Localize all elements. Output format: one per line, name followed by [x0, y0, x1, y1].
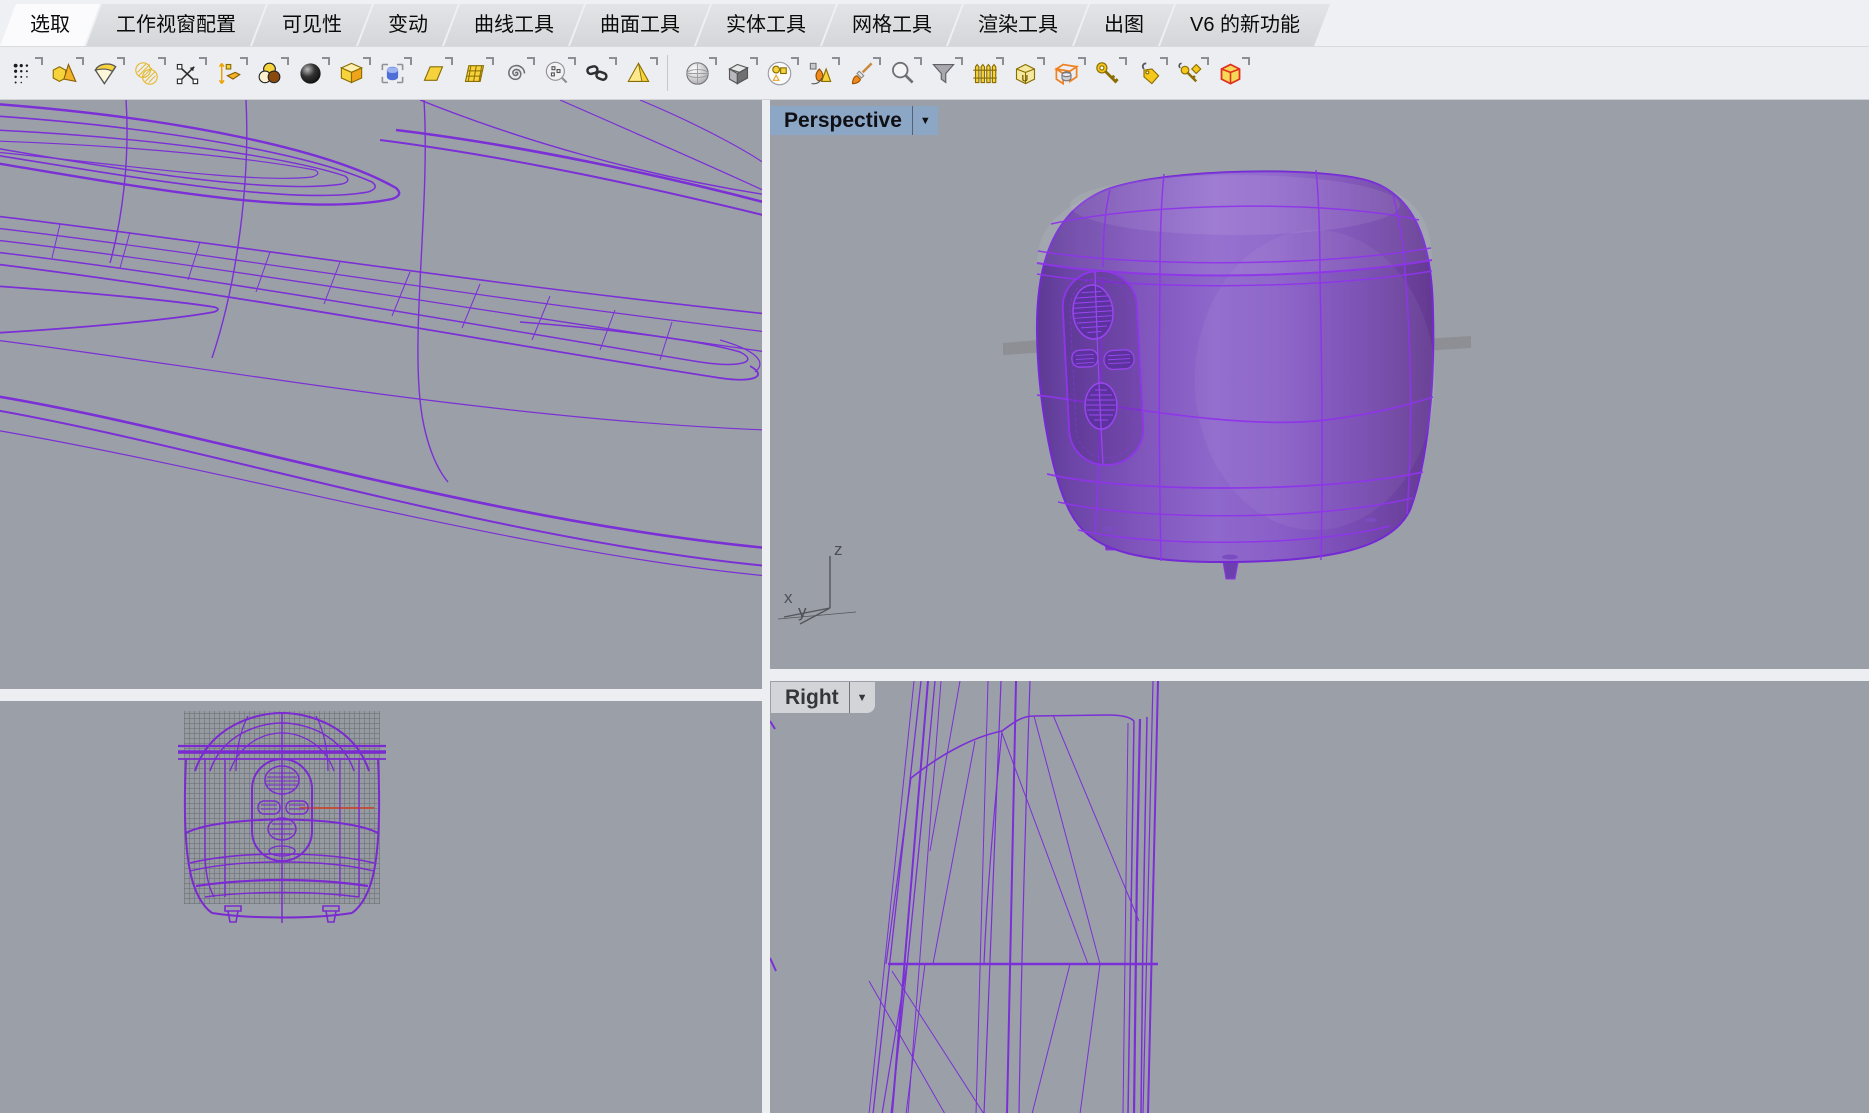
- wireframe-canvas-right: [770, 681, 1869, 1113]
- viewport-title[interactable]: Perspective: [770, 109, 912, 133]
- main-toolbar: U: [0, 47, 1869, 100]
- axis-label-x: x: [784, 588, 793, 607]
- fence-icon[interactable]: [969, 56, 999, 90]
- tab-渲染工具[interactable]: 渲染工具: [948, 4, 1088, 46]
- key-icon[interactable]: [1092, 56, 1122, 90]
- viewport-title[interactable]: Right: [771, 686, 849, 710]
- bounding-box-icon[interactable]: [1051, 56, 1081, 90]
- tab-V6 的新功能[interactable]: V6 的新功能: [1160, 4, 1330, 46]
- tab-bar: 选取工作视窗配置可见性变动曲线工具曲面工具实体工具网格工具渲染工具出图V6 的新…: [0, 0, 1869, 47]
- wireframe-canvas-top-left: [0, 100, 762, 689]
- tab-出图[interactable]: 出图: [1074, 4, 1174, 46]
- transform-arrows-icon[interactable]: [172, 56, 202, 90]
- wireframe-cube-icon[interactable]: [723, 56, 753, 90]
- dimension-icon[interactable]: [213, 56, 243, 90]
- u-box-icon[interactable]: U: [1010, 56, 1040, 90]
- magnifier-icon[interactable]: [887, 56, 917, 90]
- axis-label-y: y: [798, 602, 807, 621]
- point-cloud-icon[interactable]: [541, 56, 571, 90]
- svg-text:U: U: [1021, 73, 1028, 83]
- viewport-label-perspective[interactable]: Perspective ▼: [770, 106, 938, 135]
- tab-曲面工具[interactable]: 曲面工具: [570, 4, 710, 46]
- rhino-window: 选取工作视窗配置可见性变动曲线工具曲面工具实体工具网格工具渲染工具出图V6 的新…: [0, 0, 1869, 1113]
- key-pair-icon[interactable]: [1174, 56, 1204, 90]
- filter-funnel-icon[interactable]: [928, 56, 958, 90]
- viewport-label-right[interactable]: Right ▼: [771, 682, 875, 713]
- cone-icon[interactable]: [90, 56, 120, 90]
- viewport-splitter-vertical[interactable]: [762, 100, 770, 1113]
- tag-hook-icon[interactable]: [1133, 56, 1163, 90]
- points-filter-icon[interactable]: [8, 56, 38, 90]
- axis-label-z: z: [834, 540, 843, 559]
- viewport-menu-arrow-icon[interactable]: ▼: [913, 115, 938, 127]
- tab-网格工具[interactable]: 网格工具: [822, 4, 962, 46]
- tab-曲线工具[interactable]: 曲线工具: [444, 4, 584, 46]
- viewport-top-left[interactable]: [0, 100, 762, 689]
- color-circles-icon[interactable]: [254, 56, 284, 90]
- viewport-splitter-horizontal-right[interactable]: [770, 669, 1869, 681]
- world-axes-gizmo: z x y: [778, 540, 856, 624]
- rice-cooker-model: [1037, 170, 1435, 562]
- tab-工作视窗配置[interactable]: 工作视窗配置: [86, 4, 266, 46]
- viewport-splitter-horizontal-left[interactable]: [0, 689, 762, 701]
- viewport-menu-arrow-icon[interactable]: ▼: [850, 692, 875, 704]
- viewport-right[interactable]: Right ▼: [770, 681, 1869, 1113]
- surface-box-icon[interactable]: [336, 56, 366, 90]
- tab-变动[interactable]: 变动: [358, 4, 458, 46]
- tab-可见性[interactable]: 可见性: [252, 4, 372, 46]
- wireframe-canvas-front: [0, 701, 762, 1113]
- tab-实体工具[interactable]: 实体工具: [696, 4, 836, 46]
- black-sphere-icon[interactable]: [295, 56, 325, 90]
- shaded-model-canvas: z x y: [770, 100, 1869, 669]
- toolbar-separator: [667, 55, 668, 91]
- viewport-front[interactable]: [0, 701, 762, 1113]
- mesh-grid-icon[interactable]: [459, 56, 489, 90]
- viewport-perspective[interactable]: z x y Perspective ▼: [770, 100, 1869, 669]
- tab-选取[interactable]: 选取: [0, 4, 100, 46]
- spiral-icon[interactable]: [500, 56, 530, 90]
- shaded-sphere-icon[interactable]: [682, 56, 712, 90]
- control-panel: [1061, 269, 1145, 467]
- shapes-circle-icon[interactable]: [764, 56, 794, 90]
- plane-icon[interactable]: [418, 56, 448, 90]
- paintbrush-icon[interactable]: [846, 56, 876, 90]
- block-cylinder-icon[interactable]: [377, 56, 407, 90]
- solid-primitives-icon[interactable]: [49, 56, 79, 90]
- chain-link-icon[interactable]: [582, 56, 612, 90]
- hatch-icon[interactable]: [131, 56, 161, 90]
- red-edge-box-icon[interactable]: [1215, 56, 1245, 90]
- viewport-area: z x y Perspective ▼: [0, 100, 1869, 1113]
- pyramid-icon[interactable]: [623, 56, 653, 90]
- drop-cone-icon[interactable]: [805, 56, 835, 90]
